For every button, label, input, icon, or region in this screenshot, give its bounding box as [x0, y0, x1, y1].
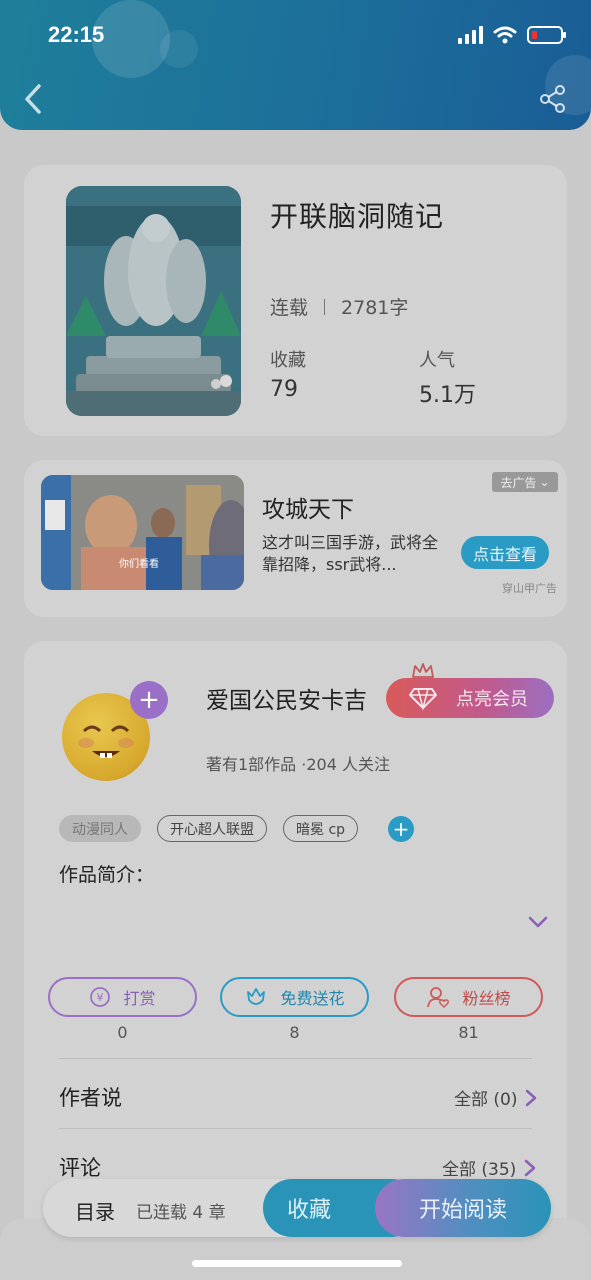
ad-source: 穿山甲广告 — [502, 582, 557, 595]
author-card: + 爱国公民安卡吉 点亮会员 著有1部作品 ·204 人关注 动漫同人 开心超人… — [24, 641, 567, 1241]
start-reading-label: 开始阅读 — [418, 1198, 507, 1223]
ad-image-caption: 你们看看 — [119, 557, 159, 570]
divider — [59, 1058, 532, 1059]
book-word-count: 2781字 — [341, 297, 409, 319]
status-icons — [458, 26, 566, 44]
comments-all: 全部 (35) — [442, 1160, 517, 1180]
tag[interactable]: 开心超人联盟 — [157, 815, 267, 842]
ad-view-button[interactable]: 点击查看 — [461, 536, 549, 569]
signal-icon — [458, 26, 483, 44]
tag[interactable]: 动漫同人 — [59, 815, 141, 842]
decor-bubble — [160, 30, 198, 68]
tag[interactable]: 暗冕 cp — [283, 815, 359, 842]
battery-icon — [527, 26, 566, 44]
author-name[interactable]: 爱国公民安卡吉 — [206, 681, 367, 715]
divider — [324, 298, 326, 315]
fans-rank-label: 粉丝榜 — [462, 989, 511, 1008]
ad-description: 这才叫三国手游，武将全靠招降，ssr武将... — [262, 533, 439, 574]
svg-text:¥: ¥ — [97, 991, 104, 1004]
home-indicator — [192, 1260, 402, 1267]
reward-count: 0 — [117, 1023, 128, 1042]
favorites-value: 79 — [270, 377, 298, 402]
chevron-right-icon — [526, 1089, 537, 1106]
reward-label: 打赏 — [123, 989, 156, 1008]
ad-title: 攻城天下 — [262, 497, 354, 523]
favorites-label: 收藏 — [270, 350, 306, 371]
chevron-right-icon — [525, 1159, 536, 1176]
remove-ad-label: 去广告 — [500, 475, 537, 490]
status-time: 22:15 — [48, 22, 105, 47]
add-tag-button[interactable]: + — [388, 815, 415, 842]
book-status: 连载 — [270, 297, 309, 319]
diamond-icon — [409, 688, 437, 711]
favorite-label: 收藏 — [287, 1198, 332, 1223]
flower-count: 8 — [289, 1023, 300, 1042]
start-reading-button[interactable]: 开始阅读 — [375, 1179, 551, 1237]
send-flower-button[interactable]: 免费送花 — [220, 977, 369, 1017]
fans-rank-button[interactable]: 粉丝榜 — [394, 977, 543, 1017]
chapter-count: 已连载 4 章 — [136, 1203, 226, 1223]
header: 22:15 — [0, 0, 591, 130]
share-icon[interactable] — [538, 84, 568, 114]
author-says-link[interactable]: 全部 (0) — [454, 1085, 537, 1110]
chevron-down-icon[interactable] — [528, 915, 548, 929]
crown-icon — [412, 663, 434, 678]
book-title: 开联脑洞随记 — [270, 200, 445, 233]
back-icon[interactable] — [20, 82, 46, 116]
chevron-down-icon: ⌄ — [539, 475, 550, 489]
ad-image[interactable]: 你们看看 — [41, 475, 244, 590]
send-flower-label: 免费送花 — [280, 989, 345, 1008]
plus-icon: + — [392, 816, 410, 841]
book-info-card: 开联脑洞随记 连载 2781字 收藏 79 人气 5.1万 — [24, 165, 567, 436]
author-says-all: 全部 (0) — [454, 1090, 518, 1110]
member-button-label: 点亮会员 — [456, 689, 528, 710]
comments-link[interactable]: 全部 (35) — [442, 1155, 536, 1180]
fans-count: 81 — [458, 1023, 479, 1042]
tag-list: 动漫同人 开心超人联盟 暗冕 cp + — [59, 815, 415, 842]
yuan-icon: ¥ — [90, 987, 111, 1007]
author-says-label: 作者说 — [59, 1086, 122, 1110]
follow-author-button[interactable]: + — [130, 681, 168, 719]
intro-label: 作品简介： — [59, 864, 155, 886]
toc-button[interactable]: 目录 — [75, 1196, 115, 1225]
remove-ad-tag[interactable]: 去广告 ⌄ — [492, 472, 558, 492]
plus-icon: + — [138, 685, 160, 715]
flower-icon — [247, 988, 266, 1005]
author-meta: 著有1部作品 ·204 人关注 — [206, 755, 390, 774]
ad-card[interactable]: 你们看看 攻城天下 这才叫三国手游，武将全靠招降，ssr武将... 点击查看 去… — [24, 460, 567, 617]
book-cover-image[interactable] — [66, 186, 241, 416]
comments-label: 评论 — [59, 1156, 101, 1180]
popularity-label: 人气 — [419, 350, 455, 371]
bottom-action-bar: 目录 已连载 4 章 收藏 开始阅读 — [43, 1179, 551, 1237]
reward-button[interactable]: ¥ 打赏 — [48, 977, 197, 1017]
divider — [59, 1128, 532, 1129]
fans-icon — [427, 987, 450, 1009]
wifi-icon — [493, 26, 517, 44]
book-status-line: 连载 2781字 — [270, 293, 408, 320]
popularity-value: 5.1万 — [419, 383, 476, 408]
